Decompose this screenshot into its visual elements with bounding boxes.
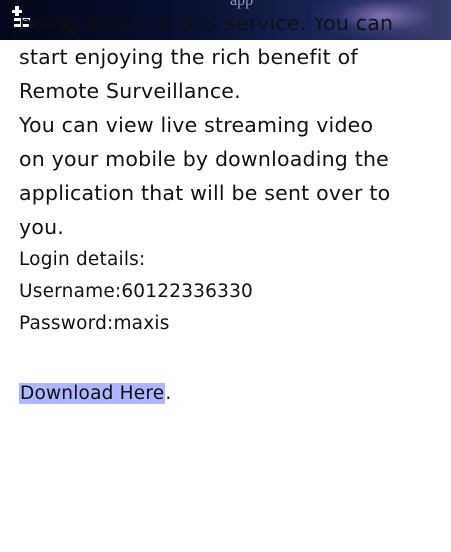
username-value: Username:60122336330	[19, 281, 254, 302]
message-line: You can view live streaming video	[19, 113, 374, 137]
password-value: Password:maxis	[19, 313, 170, 334]
message-line-cut: being a part of this service. You can	[19, 18, 394, 35]
message-line: start enjoying the rich benefit of	[19, 45, 358, 69]
message-line: application that will be sent over to	[19, 181, 391, 205]
download-suffix: .	[165, 383, 172, 404]
message-line: on your mobile by downloading the	[19, 147, 389, 171]
message-line: Remote Surveillance.	[19, 79, 241, 103]
download-link[interactable]: Download Here	[19, 383, 166, 404]
login-details-heading: Login details:	[19, 249, 146, 270]
message-body: being a part of this service. You can st…	[19, 18, 444, 410]
message-line: you.	[19, 215, 64, 239]
status-bar-text: app	[230, 0, 254, 9]
download-row: Download Here.	[19, 378, 444, 410]
